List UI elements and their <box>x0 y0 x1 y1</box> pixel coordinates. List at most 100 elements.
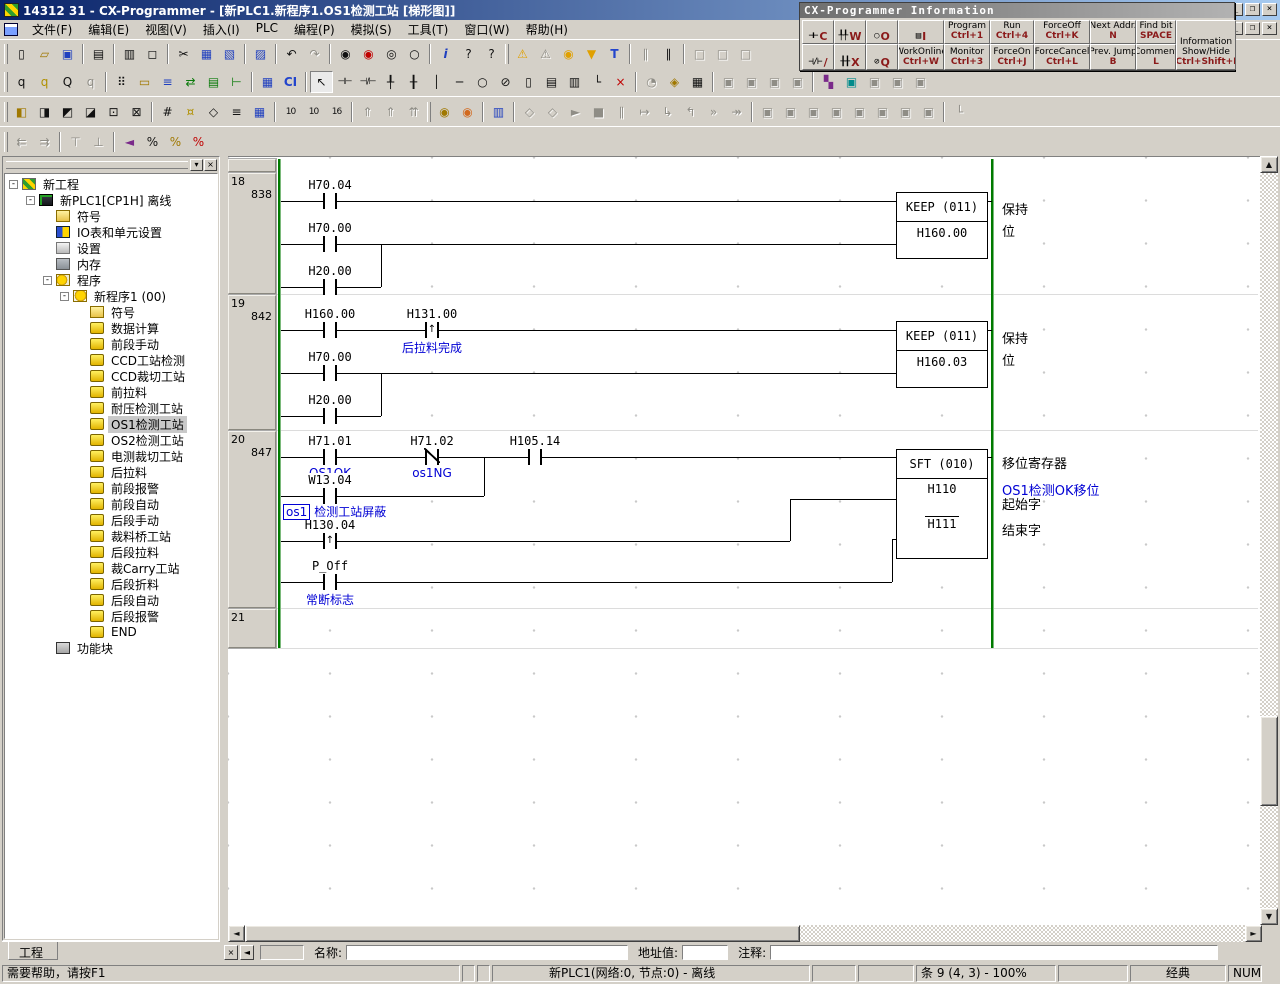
toolbar-grip[interactable] <box>4 44 8 64</box>
new-corner-button[interactable]: └ <box>586 71 609 93</box>
undo-button[interactable]: ↶ <box>280 43 303 65</box>
contact-H131.00[interactable]: H131.00↑后拉料完成 <box>425 322 439 338</box>
find-in-window-button[interactable]: ◪ <box>79 101 102 123</box>
rung-annotation[interactable]: os1检测工站屏蔽 <box>283 503 386 520</box>
instruction-comment[interactable]: 保持 <box>1002 199 1028 218</box>
print-preview-button[interactable]: ◻ <box>141 43 164 65</box>
zoom-tool-button[interactable]: q <box>10 71 33 93</box>
cut-button[interactable]: ✂ <box>172 43 195 65</box>
previous-operand-icon[interactable]: ◄ <box>240 945 254 960</box>
change-all-button[interactable]: ◎ <box>380 43 403 65</box>
menu-s[interactable]: 模拟(S) <box>343 19 400 40</box>
project-tab[interactable]: 工程 <box>8 942 58 960</box>
copy-button[interactable]: ▦ <box>195 43 218 65</box>
contact-H130.04[interactable]: H130.04↑ <box>323 533 337 549</box>
paste-button[interactable]: ▧ <box>218 43 241 65</box>
child-restore-button[interactable]: ❐ <box>1245 22 1260 35</box>
select-mode-button[interactable]: ↖ <box>310 71 333 93</box>
tree-item-数据计算[interactable]: 数据计算 <box>5 320 217 336</box>
contact-H71.01[interactable]: H71.01OS1OK <box>323 449 337 465</box>
tree-item-符号[interactable]: 符号 <box>5 304 217 320</box>
scan-run-button[interactable]: ↠ <box>725 101 748 123</box>
tree-item-裁Carry工站[interactable]: 裁Carry工站 <box>5 560 217 576</box>
instruction-block-KEEP011[interactable]: KEEP (011)H160.00 <box>896 192 988 259</box>
sim-window-4-button[interactable]: ▣ <box>825 101 848 123</box>
menu-p[interactable]: 编程(P) <box>286 19 343 40</box>
monitor-window-b-button[interactable]: ▣ <box>740 71 763 93</box>
contact-W13.04[interactable]: W13.04 <box>323 488 337 504</box>
expand-minus-icon[interactable]: - <box>60 292 69 301</box>
monitor-window-d-button[interactable]: ▣ <box>786 71 809 93</box>
monitor-window-g-button[interactable]: ▣ <box>909 71 932 93</box>
restore-button[interactable]: ❐ <box>1245 3 1260 16</box>
view-symbols-button[interactable]: CI <box>279 71 302 93</box>
tree-item-新程序1-(00)[interactable]: -新程序1 (00) <box>5 288 217 304</box>
monitor-window-a-button[interactable]: ▣ <box>717 71 740 93</box>
scroll-right-button[interactable]: ► <box>1245 925 1262 942</box>
monitor-percent-1-button[interactable]: % <box>141 131 164 153</box>
pause-simulation-button[interactable]: ∥ <box>610 101 633 123</box>
instruction-comment[interactable]: 保持 <box>1002 328 1028 347</box>
print-button[interactable]: ▥ <box>118 43 141 65</box>
view-mnemonic-window-button[interactable]: ◨ <box>33 101 56 123</box>
toolbar-grip[interactable] <box>4 102 8 122</box>
tree-item-新PLC1[CP1H]-离线[interactable]: -新PLC1[CP1H] 离线 <box>5 192 217 208</box>
instruction-block-SFT010[interactable]: SFT (010)H110H111 <box>896 449 988 559</box>
contact-H105.14[interactable]: H105.14 <box>528 449 542 465</box>
tree-item-后段折料[interactable]: 后段折料 <box>5 576 217 592</box>
output-window-button[interactable]: ¤ <box>179 101 202 123</box>
zoom-select-button[interactable]: q <box>33 71 56 93</box>
menu-e[interactable]: 编辑(E) <box>80 19 137 40</box>
monitor-percent-2-button[interactable]: % <box>164 131 187 153</box>
tree-item-IO表和单元设置[interactable]: IO表和单元设置 <box>5 224 217 240</box>
dm-editor-button[interactable]: ▦ <box>248 101 271 123</box>
tree-item-电测裁切工站[interactable]: 电测裁切工站 <box>5 448 217 464</box>
rung-margin[interactable] <box>228 159 276 172</box>
new-or-closed-contact-button[interactable]: ╂ <box>402 71 425 93</box>
instruction-comment[interactable]: 位 <box>1002 350 1015 369</box>
breakpoint-button[interactable]: ◇ <box>518 101 541 123</box>
new-coil-button[interactable]: ○ <box>471 71 494 93</box>
run-simulation-button[interactable]: ► <box>564 101 587 123</box>
instruction-block-KEEP011[interactable]: KEEP (011)H160.03 <box>896 321 988 388</box>
information-window-title[interactable]: CX-Programmer Information <box>800 3 1234 18</box>
help-topics-button[interactable]: ? <box>457 43 480 65</box>
tree-item-后段拉料[interactable]: 后段拉料 <box>5 544 217 560</box>
new-file-button[interactable]: ▯ <box>10 43 33 65</box>
panel-drag-grip[interactable] <box>6 161 188 169</box>
horizontal-scroll-thumb[interactable] <box>245 925 800 942</box>
rung-margin[interactable]: 18838 <box>228 173 276 294</box>
clear-breakpoints-button[interactable]: ◇ <box>541 101 564 123</box>
vertical-scroll-thumb[interactable] <box>1260 716 1278 806</box>
timer-view-button[interactable]: ◔ <box>640 71 663 93</box>
child-close-button[interactable]: × <box>1262 22 1277 35</box>
delete-element-button[interactable]: × <box>609 71 632 93</box>
instruction-comment[interactable]: 位 <box>1002 221 1015 240</box>
signed-decimal-display-button[interactable]: 10 <box>302 101 325 123</box>
find-in-project-button[interactable]: ◩ <box>56 101 79 123</box>
about-button[interactable]: i <box>434 43 457 65</box>
program-transfer-3-button[interactable]: □ <box>734 43 757 65</box>
tree-item-新工程[interactable]: -新工程 <box>5 176 217 192</box>
watch-window-button[interactable]: ▣ <box>840 71 863 93</box>
pause-monitoring-button[interactable]: ∥ <box>634 43 657 65</box>
align-bottom-button[interactable]: ⊥ <box>87 131 110 153</box>
tree-item-OS1检测工站[interactable]: OS1检测工站 <box>5 416 217 432</box>
sim-window-6-button[interactable]: ▣ <box>871 101 894 123</box>
step-out-button[interactable]: ↰ <box>679 101 702 123</box>
name-input[interactable] <box>346 945 628 960</box>
view-ladder-window-button[interactable]: ◧ <box>10 101 33 123</box>
menu-i[interactable]: 插入(I) <box>195 19 248 40</box>
menu-plc[interactable]: PLC <box>248 19 286 40</box>
program-transfer-2-button[interactable]: □ <box>711 43 734 65</box>
tree-item-后段自动[interactable]: 后段自动 <box>5 592 217 608</box>
tree-item-功能块[interactable]: 功能块 <box>5 640 217 656</box>
contact-H160.00[interactable]: H160.00 <box>323 322 337 338</box>
new-closed-contact-button[interactable]: ⊣/⊢ <box>356 71 379 93</box>
tree-item-CCD裁切工站[interactable]: CCD裁切工站 <box>5 368 217 384</box>
force-cancel-all-button[interactable]: ⇈ <box>402 101 425 123</box>
expand-minus-icon[interactable]: - <box>43 276 52 285</box>
zoom-in-button[interactable]: Q <box>56 71 79 93</box>
show-grid-button[interactable]: ⠿ <box>110 71 133 93</box>
menu-w[interactable]: 窗口(W) <box>456 19 517 40</box>
